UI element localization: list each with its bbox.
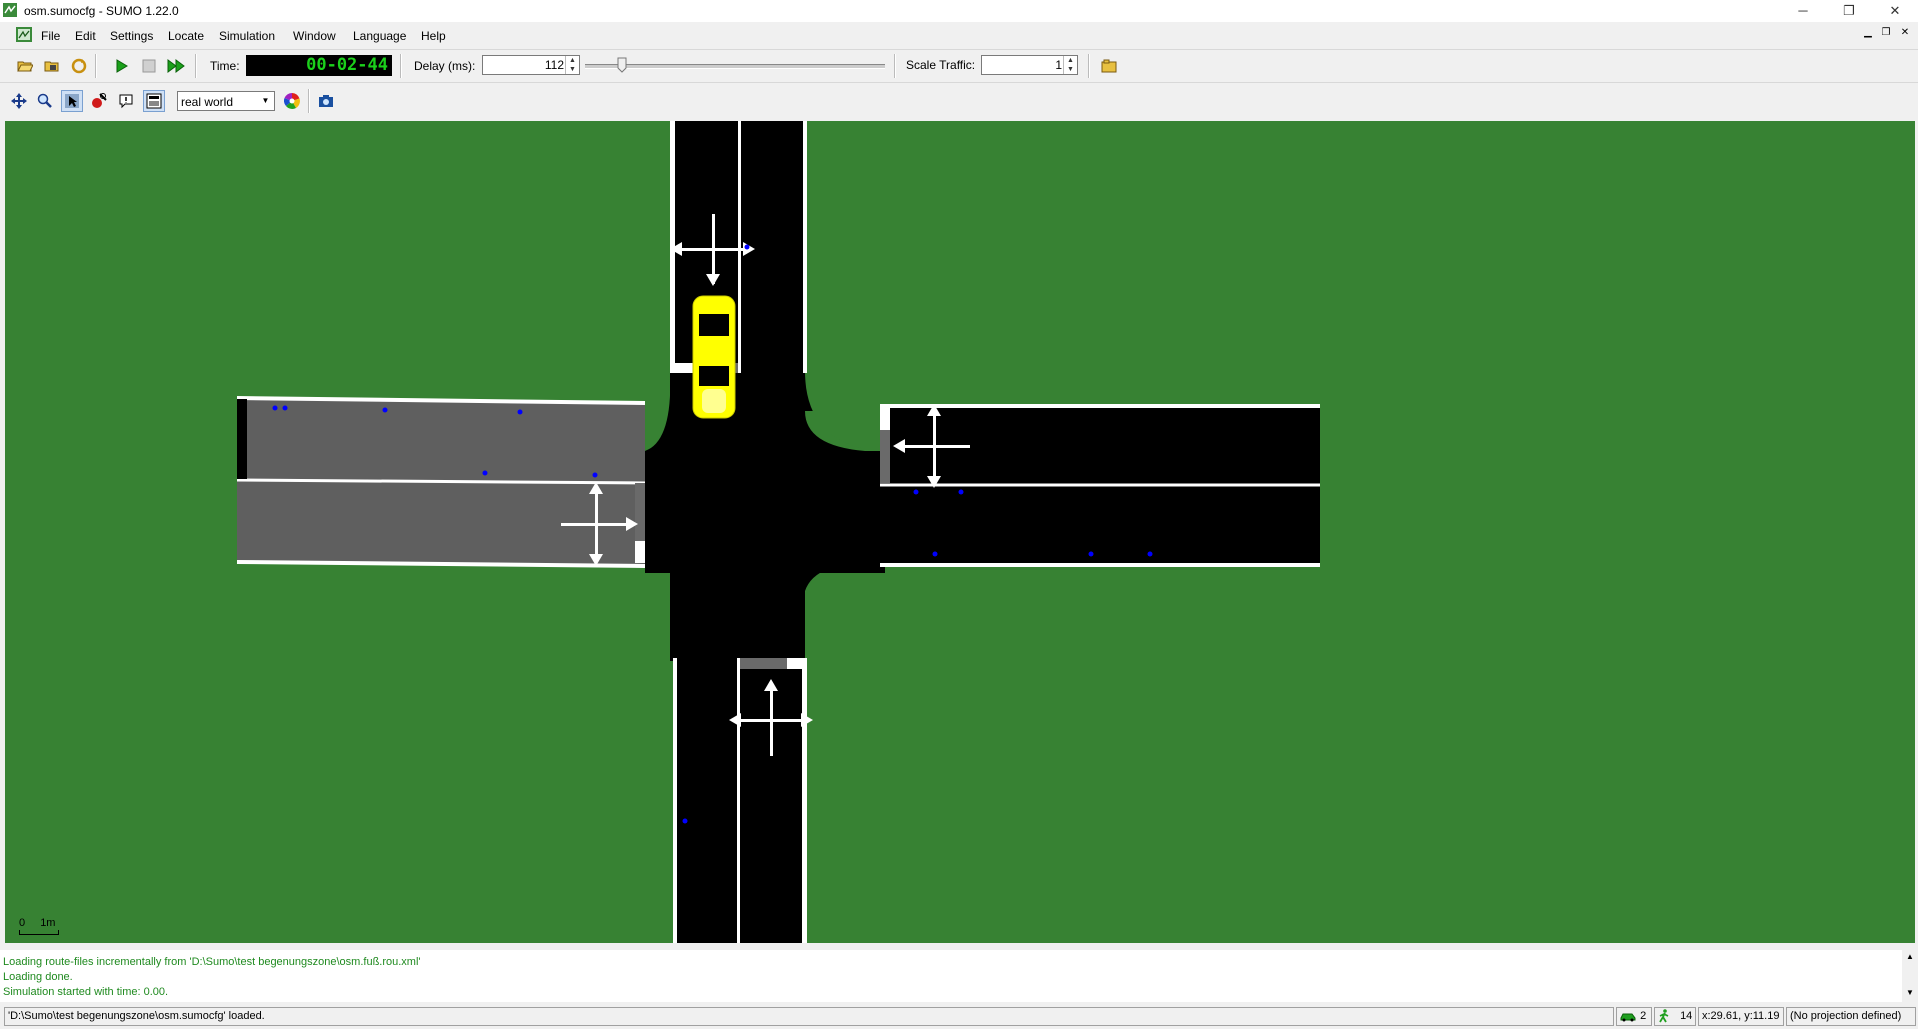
mdi-restore-button[interactable]: ❐ bbox=[1880, 27, 1892, 39]
color-scheme-select[interactable]: real world ▼ bbox=[177, 91, 275, 111]
delay-slider[interactable] bbox=[585, 57, 885, 73]
move-arrows-icon bbox=[11, 93, 27, 109]
status-message: 'D:\Sumo\test begenungszone\osm.sumocfg'… bbox=[4, 1007, 1614, 1026]
sumo-app-icon bbox=[3, 3, 17, 17]
scroll-down-icon[interactable]: ▼ bbox=[1906, 988, 1914, 997]
toolbar-separator bbox=[400, 54, 402, 78]
menu-language[interactable]: Language bbox=[353, 29, 406, 43]
walking-person-icon bbox=[1659, 1009, 1669, 1023]
projection-info: (No projection defined) bbox=[1786, 1007, 1916, 1026]
time-label: Time: bbox=[210, 59, 240, 73]
toolbar-separator bbox=[308, 89, 310, 113]
speech-bubble-icon bbox=[119, 94, 133, 109]
toolbar-separator bbox=[195, 54, 197, 78]
toolbar-separator bbox=[1088, 54, 1090, 78]
menu-bar: File Edit Settings Locate Simulation Win… bbox=[0, 24, 1918, 46]
car-icon bbox=[1620, 1013, 1636, 1022]
delay-value: 112 bbox=[544, 58, 564, 72]
message-window[interactable]: Loading route-files incrementally from '… bbox=[0, 950, 1918, 1002]
play-icon bbox=[116, 59, 128, 73]
scale-unit-label: 1m bbox=[40, 917, 56, 929]
edit-chosen-button[interactable] bbox=[1098, 55, 1120, 77]
open-simulation-button[interactable] bbox=[14, 55, 36, 77]
road-network bbox=[236, 121, 1320, 943]
close-button[interactable]: ✕ bbox=[1880, 2, 1910, 20]
spinner-arrows-icon[interactable]: ▲ ▼ bbox=[1063, 56, 1077, 74]
person-count-value: 14 bbox=[1680, 1010, 1693, 1022]
locate-junction-button[interactable] bbox=[61, 90, 83, 112]
menu-edit[interactable]: Edit bbox=[75, 29, 96, 43]
folder-icon bbox=[1101, 59, 1117, 73]
window-title: osm.sumocfg - SUMO 1.22.0 bbox=[24, 4, 179, 18]
menu-help[interactable]: Help bbox=[421, 29, 446, 43]
scale-zero-label: 0 bbox=[19, 917, 26, 929]
pointer-icon bbox=[65, 94, 79, 108]
edit-view-icon bbox=[146, 93, 162, 109]
chevron-down-icon[interactable]: ▼ bbox=[258, 93, 273, 109]
stop-button[interactable] bbox=[138, 55, 160, 77]
step-icon bbox=[167, 59, 185, 73]
message-line: Loading route-files incrementally from '… bbox=[3, 956, 421, 968]
cursor-coordinates: x:29.61, y:11.19 bbox=[1698, 1007, 1784, 1026]
minimize-button[interactable]: ─ bbox=[1788, 2, 1818, 20]
slider-track bbox=[585, 64, 885, 69]
mdi-minimize-button[interactable]: ▁ bbox=[1862, 27, 1874, 39]
menu-window[interactable]: Window bbox=[293, 29, 336, 43]
open-folder-icon bbox=[17, 61, 33, 72]
open-network-icon bbox=[44, 61, 59, 72]
mdi-close-button[interactable]: ✕ bbox=[1899, 27, 1911, 39]
menu-file[interactable]: File bbox=[41, 29, 60, 43]
slider-thumb-icon[interactable] bbox=[617, 57, 627, 73]
step-button[interactable] bbox=[165, 55, 187, 77]
delay-spinner[interactable]: 112 ▲ ▼ bbox=[482, 55, 580, 75]
color-wheel-icon bbox=[284, 93, 300, 109]
screenshot-button[interactable] bbox=[315, 90, 337, 112]
toolbar-separator bbox=[894, 54, 896, 78]
vehicle-count-value: 2 bbox=[1640, 1010, 1647, 1022]
run-button[interactable] bbox=[111, 55, 133, 77]
vehicle-count[interactable]: 2 bbox=[1616, 1007, 1652, 1026]
reload-icon bbox=[71, 58, 87, 74]
road-north bbox=[670, 121, 805, 373]
locate-vehicle-button[interactable] bbox=[88, 90, 110, 112]
status-bar: 'D:\Sumo\test begenungszone\osm.sumocfg'… bbox=[0, 1005, 1918, 1029]
menu-settings[interactable]: Settings bbox=[110, 29, 153, 43]
person-count[interactable]: 14 bbox=[1654, 1007, 1696, 1026]
scale-bar: 0 1m bbox=[19, 917, 59, 935]
scroll-up-icon[interactable]: ▲ bbox=[1906, 952, 1914, 961]
toolbar-separator bbox=[95, 54, 97, 78]
message-line: Simulation started with time: 0.00. bbox=[3, 986, 169, 998]
simulation-view[interactable]: 0 1m bbox=[5, 121, 1915, 943]
scale-traffic-value: 1 bbox=[1055, 58, 1062, 72]
camera-icon bbox=[319, 95, 333, 107]
scale-traffic-label: Scale Traffic: bbox=[906, 58, 976, 72]
message-scrollbar[interactable]: ▲ ▼ bbox=[1902, 950, 1918, 1002]
color-scheme-value: real world bbox=[181, 95, 234, 109]
open-network-button[interactable] bbox=[41, 55, 63, 77]
editor-mode-button[interactable] bbox=[143, 90, 165, 112]
restore-button[interactable]: ❐ bbox=[1834, 2, 1864, 20]
toggle-tooltips-button[interactable] bbox=[115, 90, 137, 112]
menu-simulation[interactable]: Simulation bbox=[219, 29, 275, 43]
zoom-button[interactable] bbox=[34, 90, 56, 112]
edit-coloring-button[interactable] bbox=[281, 90, 303, 112]
spinner-arrows-icon[interactable]: ▲ ▼ bbox=[565, 56, 579, 74]
scale-traffic-spinner[interactable]: 1 ▲ ▼ bbox=[981, 55, 1078, 75]
magnifier-icon bbox=[37, 93, 52, 108]
message-line: Loading done. bbox=[3, 971, 73, 983]
vehicle-car[interactable] bbox=[692, 295, 736, 419]
recenter-view-button[interactable] bbox=[8, 90, 30, 112]
menu-locate[interactable]: Locate bbox=[168, 29, 204, 43]
title-bar: osm.sumocfg - SUMO 1.22.0 ─ ❐ ✕ bbox=[0, 0, 1918, 22]
time-display: 00-02-44 bbox=[246, 55, 392, 76]
sumo-document-icon bbox=[16, 27, 32, 42]
scale-ruler bbox=[19, 930, 59, 935]
delay-label: Delay (ms): bbox=[414, 59, 476, 73]
reload-button[interactable] bbox=[68, 55, 90, 77]
vehicle-locator-icon bbox=[92, 93, 107, 108]
stop-icon bbox=[142, 59, 156, 73]
